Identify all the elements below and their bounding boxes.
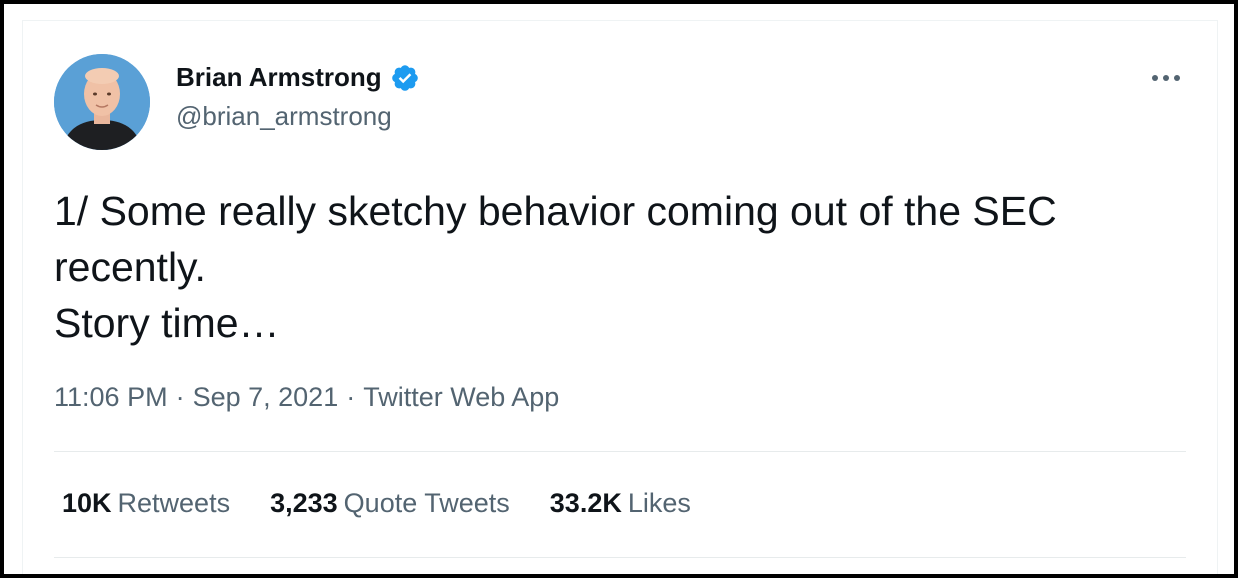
quote-tweets-label: Quote Tweets (343, 488, 510, 518)
quote-tweets-count: 3,233 (270, 488, 338, 518)
retweets-stat[interactable]: 10K Retweets (62, 488, 230, 519)
avatar-image (54, 54, 150, 150)
tweet-time[interactable]: 11:06 PM (54, 382, 168, 413)
author-handle[interactable]: @brian_armstrong (176, 101, 392, 132)
divider (54, 557, 1186, 558)
likes-stat[interactable]: 33.2K Likes (550, 488, 691, 519)
meta-separator: · (346, 382, 356, 412)
verified-badge-icon (390, 63, 420, 93)
author-display-name[interactable]: Brian Armstrong (176, 62, 382, 93)
tweet-date[interactable]: Sep 7, 2021 (193, 382, 339, 413)
retweets-label: Retweets (117, 488, 231, 518)
screenshot-frame: Brian Armstrong @brian_armstrong 1/ Some… (4, 4, 1234, 574)
meta-separator: · (175, 382, 185, 412)
author-name-row: Brian Armstrong (176, 62, 420, 93)
divider (54, 451, 1186, 452)
tweet-text: 1/ Some really sketchy behavior coming o… (54, 188, 1057, 346)
tweet-metadata: 11:06 PM · Sep 7, 2021 · Twitter Web App (54, 382, 559, 413)
avatar[interactable] (54, 54, 150, 150)
tweet-stats: 10K Retweets 3,233 Quote Tweets 33.2K Likes (62, 488, 731, 519)
quote-tweets-stat[interactable]: 3,233 Quote Tweets (270, 488, 510, 519)
more-options-icon[interactable] (1148, 64, 1184, 92)
likes-count: 33.2K (549, 488, 622, 518)
likes-label: Likes (627, 488, 691, 518)
retweets-count: 10K (62, 488, 112, 518)
tweet-source[interactable]: Twitter Web App (363, 382, 559, 413)
